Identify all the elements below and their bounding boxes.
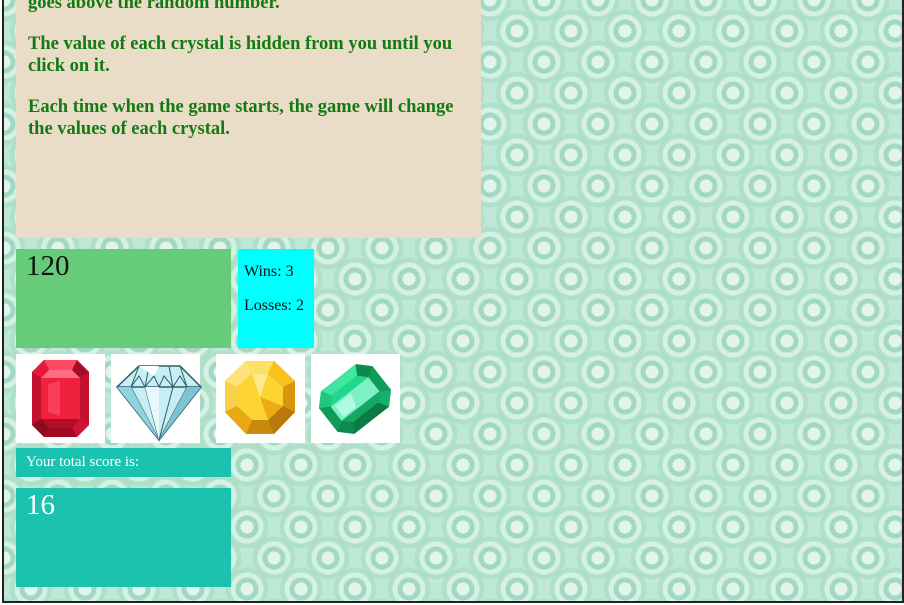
total-score: 16 [26, 489, 55, 521]
wins-count: Wins: 3 [244, 263, 294, 280]
score-label: Your total score is: [26, 454, 140, 470]
crystal-button-green[interactable] [311, 354, 400, 443]
crystal-button-red[interactable] [16, 354, 105, 443]
diamond-icon [115, 365, 203, 442]
score-box: 16 [16, 488, 231, 587]
green-crystal-icon [318, 364, 392, 434]
instructions-change-values: Each time when the game starts, the game… [28, 97, 454, 139]
game-page: goes above the random number. The value … [2, 0, 904, 603]
target-number-box: 120 [16, 249, 231, 348]
losses-count: Losses: 2 [244, 297, 304, 314]
score-label-box: Your total score is: [16, 448, 231, 477]
crystal-button-diamond[interactable] [111, 354, 203, 443]
instructions-panel: goes above the random number. The value … [16, 0, 481, 238]
target-number: 120 [26, 250, 70, 282]
yellow-crystal-icon [225, 361, 295, 434]
stats-box: Wins: 3 Losses: 2 [238, 249, 314, 348]
instructions-text-partial: goes above the random number. [28, 0, 280, 13]
instructions-hidden-value: The value of each crystal is hidden from… [28, 34, 453, 76]
red-crystal-icon [32, 360, 89, 437]
crystal-button-yellow[interactable] [216, 354, 305, 443]
